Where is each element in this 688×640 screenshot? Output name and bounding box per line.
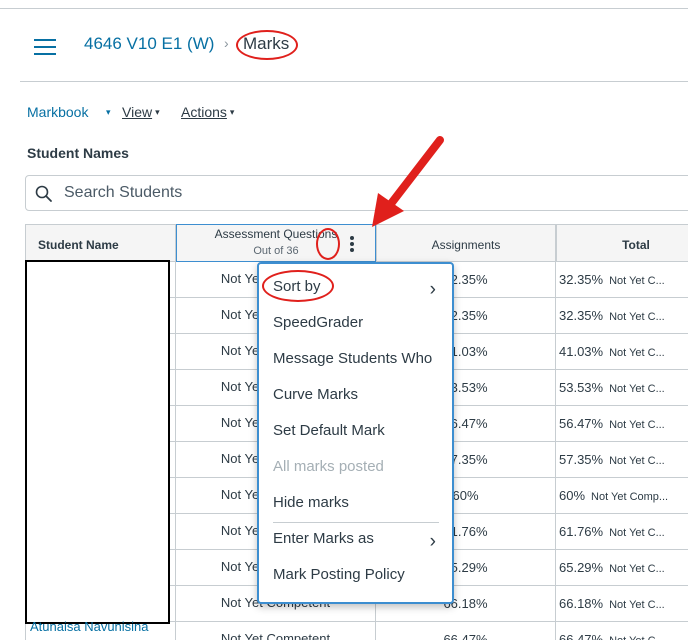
total-percent: 57.35% — [559, 452, 604, 467]
total-status: Not Yet C... — [609, 311, 665, 323]
actions-menu[interactable]: Actions ▾ — [181, 104, 234, 120]
submenu-chevron-icon: › — [429, 531, 436, 552]
header-student-name[interactable]: Student Name — [25, 224, 176, 262]
total-percent: 56.47% — [559, 416, 604, 431]
annotation-arrow-icon — [372, 136, 444, 227]
menu-item-label: Message Students Who — [273, 350, 433, 367]
header-total[interactable]: Total — [556, 224, 688, 262]
cell-total[interactable]: 53.53% Not Yet C... — [556, 370, 688, 406]
header-assessment-questions[interactable]: Assessment Questions Out of 36 — [176, 224, 376, 262]
total-percent: 66.47% — [559, 632, 604, 640]
total-status: Not Yet C... — [609, 455, 665, 467]
menu-item-hide-marks[interactable]: Hide marks — [259, 494, 452, 524]
menu-item-label: Set Default Mark — [273, 422, 385, 439]
cell-assignments[interactable]: 66.47% — [376, 622, 556, 640]
cell-total[interactable]: 32.35% Not Yet C... — [556, 298, 688, 334]
total-status: Not Yet C... — [609, 635, 665, 640]
cell-total[interactable]: 60% Not Yet Comp... — [556, 478, 688, 514]
total-status: Not Yet C... — [609, 527, 665, 539]
cell-total[interactable]: 41.03% Not Yet C... — [556, 334, 688, 370]
annotation-circle-kebab — [316, 228, 340, 260]
search-students-box[interactable] — [25, 175, 688, 211]
cell-assessment-questions[interactable]: Not Yet Competent — [176, 622, 376, 640]
menu-item-label: SpeedGrader — [273, 314, 364, 331]
cell-total[interactable]: 61.76% Not Yet C... — [556, 514, 688, 550]
redacted-student-names — [25, 260, 170, 624]
cell-total[interactable]: 66.18% Not Yet C... — [556, 586, 688, 622]
total-percent: 65.29% — [559, 560, 604, 575]
total-status: Not Yet C... — [609, 599, 665, 611]
total-status: Not Yet C... — [609, 419, 665, 431]
menu-item-message-students-who[interactable]: Message Students Who — [259, 350, 452, 380]
menu-item-label: Curve Marks — [273, 386, 359, 403]
header-divider — [20, 81, 688, 82]
view-menu[interactable]: View ▾ — [122, 104, 160, 120]
menu-item-curve-marks[interactable]: Curve Marks — [259, 386, 452, 416]
assessment-header-subtitle: Out of 36 — [253, 245, 299, 257]
menu-item-label: All marks posted — [273, 458, 384, 475]
total-percent: 61.76% — [559, 524, 604, 539]
total-percent: 41.03% — [559, 344, 604, 359]
markbook-caret-icon: ▾ — [106, 107, 111, 117]
cell-total[interactable]: 32.35% Not Yet C... — [556, 262, 688, 298]
menu-item-mark-posting-policy[interactable]: Mark Posting Policy — [259, 566, 452, 596]
breadcrumb-course-link[interactable]: 4646 V10 E1 (W) — [84, 34, 214, 54]
annotation-circle-marks — [236, 30, 298, 60]
total-percent: 32.35% — [559, 308, 604, 323]
view-caret-icon: ▾ — [155, 107, 160, 117]
menu-item-set-default-mark[interactable]: Set Default Mark — [259, 422, 452, 452]
menu-item-label: Mark Posting Policy — [273, 566, 405, 583]
total-status: Not Yet Comp... — [591, 491, 669, 503]
total-status: Not Yet C... — [609, 347, 665, 359]
top-border — [0, 8, 688, 9]
column-options-kebab-icon[interactable] — [347, 234, 357, 254]
menu-item-speedgrader[interactable]: SpeedGrader — [259, 314, 452, 344]
actions-caret-icon: ▾ — [229, 107, 235, 117]
total-percent: 53.53% — [559, 380, 604, 395]
total-percent: 60% — [559, 488, 586, 503]
total-percent: 32.35% — [559, 272, 604, 287]
hamburger-menu-icon[interactable] — [34, 39, 56, 55]
annotation-circle-sort-by — [262, 270, 334, 302]
menu-divider — [273, 522, 439, 523]
cell-total[interactable]: 57.35% Not Yet C... — [556, 442, 688, 478]
menu-item-label: Hide marks — [273, 494, 349, 511]
total-status: Not Yet C... — [609, 383, 665, 395]
search-icon — [35, 185, 52, 202]
student-name-link[interactable]: Atunaisa Navunisina — [30, 619, 149, 634]
menu-item-label: Enter Marks as — [273, 530, 374, 547]
total-status: Not Yet C... — [609, 563, 665, 575]
submenu-chevron-icon: › — [429, 279, 436, 300]
menu-item-enter-marks-as[interactable]: Enter Marks as › — [259, 530, 452, 560]
column-options-menu: Sort by › SpeedGrader Message Students Who C… — [257, 262, 454, 604]
page-header: 4646 V10 E1 (W) › Marks — [0, 27, 688, 67]
total-percent: 66.18% — [559, 596, 604, 611]
assessment-header-title: Assessment Questions — [214, 227, 338, 241]
total-status: Not Yet C... — [609, 275, 665, 287]
cell-total[interactable]: 56.47% Not Yet C... — [556, 406, 688, 442]
cell-total[interactable]: 65.29% Not Yet C... — [556, 550, 688, 586]
breadcrumb-separator: › — [224, 35, 229, 51]
student-names-label: Student Names — [27, 145, 129, 161]
menu-item-all-marks-posted: All marks posted — [259, 458, 452, 488]
markbook-menu[interactable]: Markbook — [27, 104, 88, 120]
cell-total[interactable]: 66.47% Not Yet C... — [556, 622, 688, 640]
